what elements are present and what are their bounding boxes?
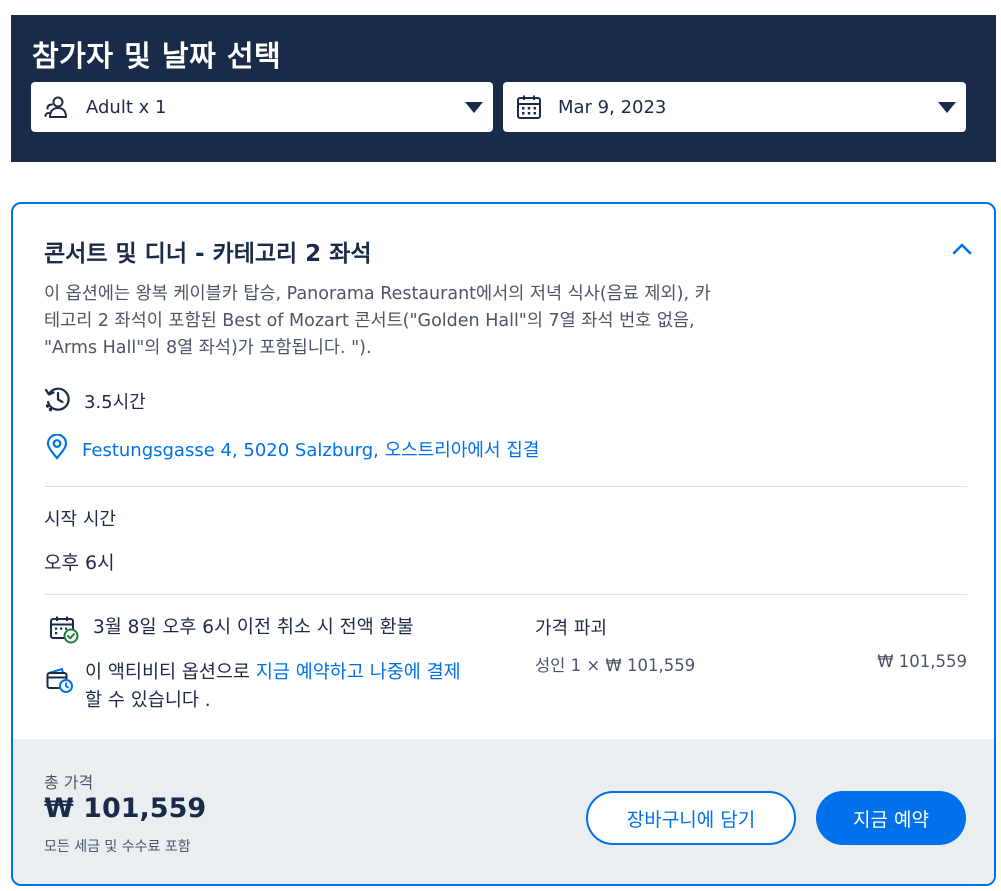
option-description: 이 옵션에는 왕복 케이블카 탑승, Panorama Restaurant에서… bbox=[44, 284, 711, 358]
people-icon bbox=[44, 94, 70, 120]
book-now-button[interactable]: 지금 예약 bbox=[816, 791, 966, 845]
calendar-check-icon bbox=[49, 614, 79, 644]
checkout-footer: 총 가격 ₩ 101,559 모든 세금 및 수수료 포함 장바구니에 담기 지… bbox=[13, 739, 994, 884]
cancellation-policy: 3월 8일 오후 6시 이전 취소 시 전액 환불 bbox=[49, 614, 414, 644]
total-price-value: ₩ 101,559 bbox=[44, 793, 207, 824]
reserve-suffix: 할 수 있습니다 . bbox=[85, 690, 211, 711]
start-time-option[interactable]: 오후 6시 bbox=[44, 548, 115, 575]
total-price-label: 총 가격 bbox=[44, 773, 94, 792]
wallet-clock-icon bbox=[45, 659, 75, 693]
duration-row: 3.5시간 bbox=[44, 386, 146, 416]
chevron-down-icon bbox=[465, 101, 483, 113]
cancellation-text: 3월 8일 오후 6시 이전 취소 시 전액 환불 bbox=[93, 617, 414, 638]
start-time-label: 시작 시간 bbox=[44, 509, 116, 530]
reserve-pay-later: 이 액티비티 옵션으로 지금 예약하고 나중에 결제 할 수 있습니다 . bbox=[45, 659, 465, 715]
duration-text: 3.5시간 bbox=[84, 392, 146, 413]
reserve-now-pay-later-link[interactable]: 지금 예약하고 나중에 결제 bbox=[256, 662, 461, 683]
location-pin-icon bbox=[46, 433, 68, 464]
option-title: 콘서트 및 디너 - 카테고리 2 좌석 bbox=[44, 241, 372, 267]
add-to-cart-button[interactable]: 장바구니에 담기 bbox=[586, 791, 796, 845]
date-value: Mar 9, 2023 bbox=[558, 96, 667, 118]
meeting-point-row[interactable]: Festungsgasse 4, 5020 Salzburg, 오스트리아에서 … bbox=[46, 433, 539, 464]
option-card: 콘서트 및 디너 - 카테고리 2 좌석 이 옵션에는 왕복 케이블카 탑승, … bbox=[11, 202, 996, 886]
calendar-icon bbox=[516, 94, 542, 120]
clock-history-icon bbox=[44, 385, 72, 417]
price-breakdown-line: 성인 1 × ₩ 101,559 ₩ 101,559 bbox=[535, 652, 967, 676]
divider bbox=[44, 594, 967, 595]
chevron-up-icon[interactable] bbox=[950, 237, 974, 261]
reserve-prefix: 이 액티비티 옵션으로 bbox=[85, 662, 256, 683]
chevron-down-icon bbox=[938, 101, 956, 113]
panel-title: 참가자 및 날짜 선택 bbox=[32, 39, 282, 73]
reserve-text: 이 액티비티 옵션으로 지금 예약하고 나중에 결제 할 수 있습니다 . bbox=[85, 659, 465, 715]
price-line-label: 성인 1 × ₩ 101,559 bbox=[535, 656, 696, 675]
price-breakdown-title: 가격 파괴 bbox=[535, 618, 607, 639]
divider bbox=[44, 486, 967, 487]
date-selector[interactable]: Mar 9, 2023 bbox=[503, 82, 966, 132]
participants-selector[interactable]: Adult x 1 bbox=[31, 82, 493, 132]
participants-value: Adult x 1 bbox=[86, 96, 167, 118]
meeting-point-link[interactable]: Festungsgasse 4, 5020 Salzburg, 오스트리아에서 … bbox=[82, 436, 539, 462]
tax-note: 모든 세금 및 수수료 포함 bbox=[44, 839, 191, 855]
participant-date-panel: 참가자 및 날짜 선택 Adult x 1 Mar 9, 2023 bbox=[11, 15, 996, 162]
price-line-total: ₩ 101,559 bbox=[877, 652, 967, 671]
